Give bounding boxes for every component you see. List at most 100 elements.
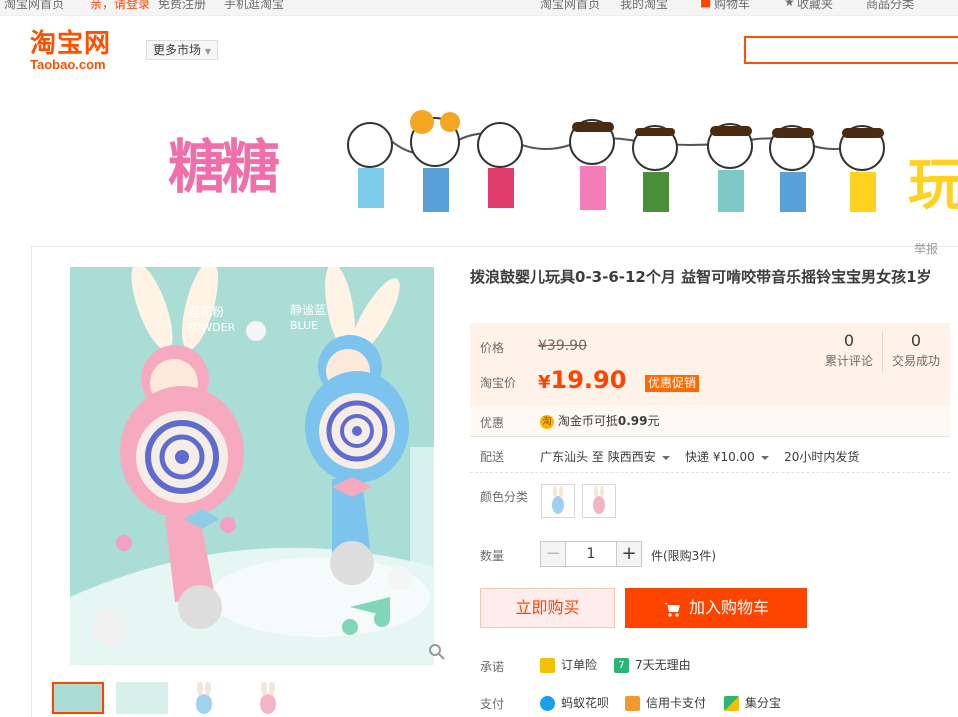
- quantity-decrease-button[interactable]: −: [540, 541, 566, 567]
- chevron-down-icon: ▼: [204, 47, 211, 56]
- payment-jifenbao[interactable]: 集分宝: [724, 694, 781, 711]
- product-title: 拨浪鼓婴儿玩具0-3-6-12个月 益智可啃咬带音乐摇铃宝宝男女孩1岁: [470, 268, 932, 286]
- seven-day-return-icon: 7: [614, 658, 629, 673]
- ship-dispatch: 20小时内发货: [784, 450, 860, 464]
- coupon-label: 优惠: [480, 416, 505, 430]
- thumbnail-4[interactable]: [244, 682, 296, 714]
- ship-fee: ¥10.00: [712, 450, 755, 464]
- shipping-label: 配送: [480, 450, 505, 464]
- login-link[interactable]: 亲，请登录: [90, 0, 150, 12]
- original-price: ¥39.90: [538, 338, 587, 354]
- more-market-dropdown[interactable]: 更多市场 ▼: [146, 40, 218, 60]
- add-to-cart-button[interactable]: 加入购物车: [625, 588, 807, 628]
- coupon-info: 淘 淘金币可抵0.99元: [540, 412, 659, 429]
- thumbnail-3[interactable]: [180, 682, 232, 714]
- more-market-label: 更多市场: [153, 43, 202, 57]
- color-swatch-blue[interactable]: [541, 484, 575, 518]
- order-insurance-icon: [540, 658, 555, 673]
- color-label-blue-cn: 静谧蓝: [290, 303, 327, 317]
- payment-credit-card[interactable]: 信用卡支付: [625, 694, 706, 711]
- jifenbao-label: 集分宝: [745, 696, 782, 710]
- credit-card-icon: [625, 696, 640, 711]
- seven-day-return-label: 7天无理由: [635, 658, 691, 672]
- quantity-limit: 件(限购3件): [651, 549, 716, 563]
- color-swatch-pink[interactable]: [582, 484, 616, 518]
- ship-to-word: 至: [591, 450, 604, 464]
- shipping-info: 广东汕头 至 陕西西安 快递 ¥10.00 20小时内发货: [540, 448, 859, 465]
- my-taobao-link[interactable]: 我的淘宝: [620, 0, 668, 12]
- color-label-blue-en: BLUE: [290, 319, 319, 332]
- product-illustration: [70, 267, 434, 665]
- stat-divider: [882, 331, 883, 373]
- coupon-unit: 元: [647, 414, 660, 428]
- register-link[interactable]: 免费注册: [158, 0, 206, 12]
- reviews-count: 0: [843, 331, 855, 350]
- service-7day-return[interactable]: 7 7天无理由: [614, 656, 691, 673]
- star-icon[interactable]: ★: [784, 0, 795, 9]
- payment-huabei[interactable]: 蚂蚁花呗: [540, 694, 609, 711]
- banner-illustration: [347, 110, 885, 212]
- sales-label: 交易成功: [891, 354, 940, 368]
- favorites-link[interactable]: 收藏夹: [797, 0, 833, 12]
- ship-method: 快递: [684, 450, 709, 464]
- site-topbar: 淘宝网首页 亲，请登录 免费注册 手机逛淘宝 淘宝网首页 我的淘宝 ■ 购物车 …: [0, 0, 958, 16]
- order-insurance-label: 订单险: [561, 658, 598, 672]
- ship-to: 陕西西安: [607, 450, 656, 464]
- logo-en: Taobao.com: [30, 57, 106, 72]
- search-input[interactable]: [744, 36, 958, 64]
- color-label-pink-cn: 樱花粉: [188, 305, 225, 319]
- quantity-input[interactable]: 1: [566, 541, 616, 567]
- sales-stat: 0 交易成功: [888, 331, 944, 369]
- main-product-image[interactable]: 樱花粉 POWDER 静谧蓝 BLUE: [70, 267, 434, 665]
- add-to-cart-label: 加入购物车: [688, 598, 769, 617]
- shop-banner[interactable]: 糖糖 玩: [160, 100, 958, 240]
- credit-card-label: 信用卡支付: [646, 696, 707, 710]
- banner-right-title: 玩: [908, 152, 958, 218]
- reviews-label: 累计评论: [824, 354, 873, 368]
- jifenbao-icon: [724, 696, 739, 711]
- taobao-logo[interactable]: 淘宝网 Taobao.com: [30, 30, 130, 72]
- zoom-icon[interactable]: [428, 643, 446, 661]
- ship-from: 广东汕头: [540, 450, 589, 464]
- cart-link[interactable]: 购物车: [714, 0, 750, 12]
- price-label: 价格: [480, 341, 505, 355]
- taojinbi-coin-icon: 淘: [540, 414, 554, 429]
- price-value: 19.90: [550, 366, 627, 394]
- promise-label: 承诺: [480, 660, 505, 674]
- current-price: ¥19.90: [538, 366, 626, 394]
- quantity-label: 数量: [480, 549, 505, 563]
- thumbnail-1[interactable]: [52, 682, 104, 714]
- coupon-row: 优惠 淘 淘金币可抵0.99元: [470, 406, 950, 437]
- chevron-down-icon: [760, 455, 769, 460]
- shipping-row: 配送 广东汕头 至 陕西西安 快递 ¥10.00 20小时内发货: [470, 440, 950, 473]
- huabei-label: 蚂蚁花呗: [561, 696, 610, 710]
- coupon-amount: 0.99: [617, 414, 648, 428]
- chevron-down-icon: [661, 455, 670, 460]
- huabei-icon: [540, 696, 555, 711]
- cart-icon: [663, 602, 680, 617]
- reviews-stat[interactable]: 0 累计评论: [820, 331, 878, 369]
- categories-link[interactable]: 商品分类: [866, 0, 914, 12]
- home-link[interactable]: 淘宝网首页: [4, 0, 64, 12]
- sales-count: 0: [910, 331, 922, 350]
- logo-cn: 淘宝网: [30, 29, 112, 59]
- quantity-increase-button[interactable]: +: [616, 541, 642, 567]
- home-link-right[interactable]: 淘宝网首页: [540, 0, 600, 12]
- taobao-price-label: 淘宝价: [480, 376, 517, 390]
- promo-badge[interactable]: 优惠促销: [645, 375, 700, 392]
- coupon-text: 淘金币可抵: [557, 414, 618, 428]
- ship-method-select[interactable]: 快递 ¥10.00: [685, 450, 769, 464]
- price-panel: 价格 ¥39.90 淘宝价 ¥19.90 优惠促销 0 累计评论 0 交易成功: [470, 323, 950, 406]
- buy-now-button[interactable]: 立即购买: [480, 588, 615, 628]
- price-currency: ¥: [538, 372, 551, 393]
- report-link[interactable]: 举报: [914, 240, 938, 257]
- cart-icon[interactable]: ■: [700, 0, 711, 9]
- payment-label: 支付: [480, 697, 505, 711]
- banner-left-title: 糖糖: [168, 133, 280, 201]
- color-label-pink-en: POWDER: [186, 321, 236, 334]
- ship-destination-select[interactable]: 陕西西安: [608, 450, 670, 464]
- mobile-link[interactable]: 手机逛淘宝: [224, 0, 284, 12]
- thumbnail-2[interactable]: [116, 682, 168, 714]
- service-order-insurance[interactable]: 订单险: [540, 656, 597, 673]
- color-label: 颜色分类: [480, 490, 529, 504]
